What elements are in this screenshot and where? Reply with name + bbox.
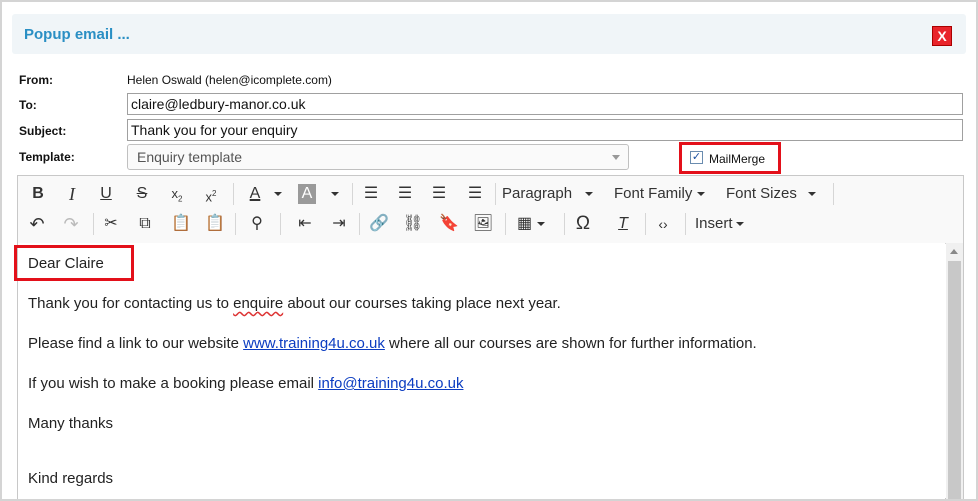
toolbar-separator xyxy=(235,213,236,235)
background-color-dropdown[interactable] xyxy=(329,182,341,206)
toolbar-separator xyxy=(564,213,565,235)
toolbar-separator xyxy=(352,183,353,205)
toolbar-separator xyxy=(93,213,94,235)
copy-icon[interactable]: ⧉ xyxy=(134,212,156,236)
image-icon[interactable]: 🖼 xyxy=(472,212,494,236)
link-icon[interactable]: 🔗 xyxy=(368,212,390,236)
font-sizes-label: Font Sizes xyxy=(726,185,797,202)
insert-dropdown[interactable]: Insert xyxy=(695,212,744,236)
mailmerge-label: MailMerge xyxy=(709,152,766,166)
email-dialog: Popup email ... X From: Helen Oswald (he… xyxy=(0,0,978,501)
chevron-down-icon xyxy=(612,155,620,160)
toolbar-separator xyxy=(645,213,646,235)
paragraph-label: Paragraph xyxy=(502,185,573,202)
text-color-icon[interactable]: A xyxy=(244,182,266,206)
body-text: where all our courses are shown for furt… xyxy=(384,335,757,352)
superscript-icon[interactable]: x2 xyxy=(200,182,222,206)
text-color-dropdown[interactable] xyxy=(272,182,284,206)
body-text: Thank you for contacting us to xyxy=(28,295,234,312)
body-line-5: Kind regards xyxy=(28,470,114,487)
template-label: Template: xyxy=(19,150,75,164)
clear-formatting-icon[interactable]: T xyxy=(612,212,634,236)
body-line-3: If you wish to make a booking please ema… xyxy=(28,375,463,392)
to-label: To: xyxy=(19,98,37,112)
toolbar-separator xyxy=(233,183,234,205)
body-line-4: Many thanks xyxy=(28,415,114,432)
outdent-icon[interactable]: ⇤ xyxy=(294,212,316,236)
cut-icon[interactable]: ✂ xyxy=(100,212,122,236)
underline-icon[interactable]: U xyxy=(96,182,116,206)
template-select[interactable]: Enquiry template xyxy=(127,144,629,170)
editor-toolbar: B I U S x2 x2 A A ☰ ☰ ☰ ☰ Paragraph Font… xyxy=(18,176,963,244)
bookmark-icon[interactable]: 🔖 xyxy=(438,212,460,236)
editor-scrollbar[interactable] xyxy=(946,243,963,499)
special-character-icon[interactable]: Ω xyxy=(572,212,594,236)
font-sizes-dropdown[interactable]: Font Sizes xyxy=(726,182,816,206)
scroll-thumb[interactable] xyxy=(948,261,961,499)
from-value: Helen Oswald (helen@icomplete.com) xyxy=(127,73,332,87)
misspelled-word: enquire xyxy=(233,295,284,312)
toolbar-separator xyxy=(359,213,360,235)
toolbar-separator xyxy=(505,213,506,235)
align-left-icon[interactable]: ☰ xyxy=(360,182,382,206)
table-icon[interactable]: ▦ xyxy=(514,212,548,236)
bold-icon[interactable]: B xyxy=(28,182,48,206)
source-code-icon[interactable]: ‹› xyxy=(652,212,674,236)
close-button[interactable]: X xyxy=(932,26,952,46)
dialog-titlebar: Popup email ... X xyxy=(12,14,966,54)
body-line-2: Please find a link to our website www.tr… xyxy=(28,335,757,352)
find-replace-icon[interactable]: ⚲ xyxy=(246,212,268,236)
rich-text-editor: B I U S x2 x2 A A ☰ ☰ ☰ ☰ Paragraph Font… xyxy=(17,175,964,499)
website-link[interactable]: www.training4u.co.uk xyxy=(243,335,385,352)
font-family-label: Font Family xyxy=(614,185,693,202)
dialog-title: Popup email ... xyxy=(24,26,130,43)
insert-label: Insert xyxy=(695,215,733,232)
strikethrough-icon[interactable]: S xyxy=(132,182,152,206)
indent-icon[interactable]: ⇥ xyxy=(328,212,350,236)
body-text: If you wish to make a booking please ema… xyxy=(28,375,319,392)
mailmerge-checkbox[interactable]: ✓ xyxy=(690,151,703,164)
to-input[interactable]: claire@ledbury-manor.co.uk xyxy=(127,93,963,115)
body-text: about our courses taking place next year… xyxy=(283,295,561,312)
align-center-icon[interactable]: ☰ xyxy=(394,182,416,206)
subscript-icon[interactable]: x2 xyxy=(166,182,188,206)
paste-text-icon[interactable]: 📋 xyxy=(204,212,226,236)
align-right-icon[interactable]: ☰ xyxy=(428,182,450,206)
paragraph-dropdown[interactable]: Paragraph xyxy=(502,182,594,206)
subject-input[interactable]: Thank you for your enquiry xyxy=(127,119,963,141)
toolbar-separator xyxy=(495,183,496,205)
toolbar-separator xyxy=(280,213,281,235)
align-justify-icon[interactable]: ☰ xyxy=(464,182,486,206)
email-link[interactable]: info@training4u.co.uk xyxy=(318,375,463,392)
toolbar-separator xyxy=(833,183,834,205)
body-line-1: Thank you for contacting us to enquire a… xyxy=(28,295,561,312)
email-body[interactable]: Dear Claire Thank you for contacting us … xyxy=(18,243,945,499)
template-select-value: Enquiry template xyxy=(137,149,243,165)
scroll-up-icon[interactable] xyxy=(950,249,958,254)
paste-icon[interactable]: 📋 xyxy=(170,212,192,236)
toolbar-separator xyxy=(685,213,686,235)
greeting-highlight xyxy=(14,245,134,281)
body-text: Please find a link to our website xyxy=(28,335,244,352)
background-color-icon[interactable]: A xyxy=(298,184,316,204)
font-family-dropdown[interactable]: Font Family xyxy=(614,182,706,206)
italic-icon[interactable]: I xyxy=(62,182,82,206)
unlink-icon[interactable]: ⛓ xyxy=(402,212,424,236)
redo-icon[interactable]: ↷ xyxy=(60,212,82,236)
undo-icon[interactable]: ↶ xyxy=(26,212,48,236)
subject-label: Subject: xyxy=(19,124,67,138)
from-label: From: xyxy=(19,73,53,87)
